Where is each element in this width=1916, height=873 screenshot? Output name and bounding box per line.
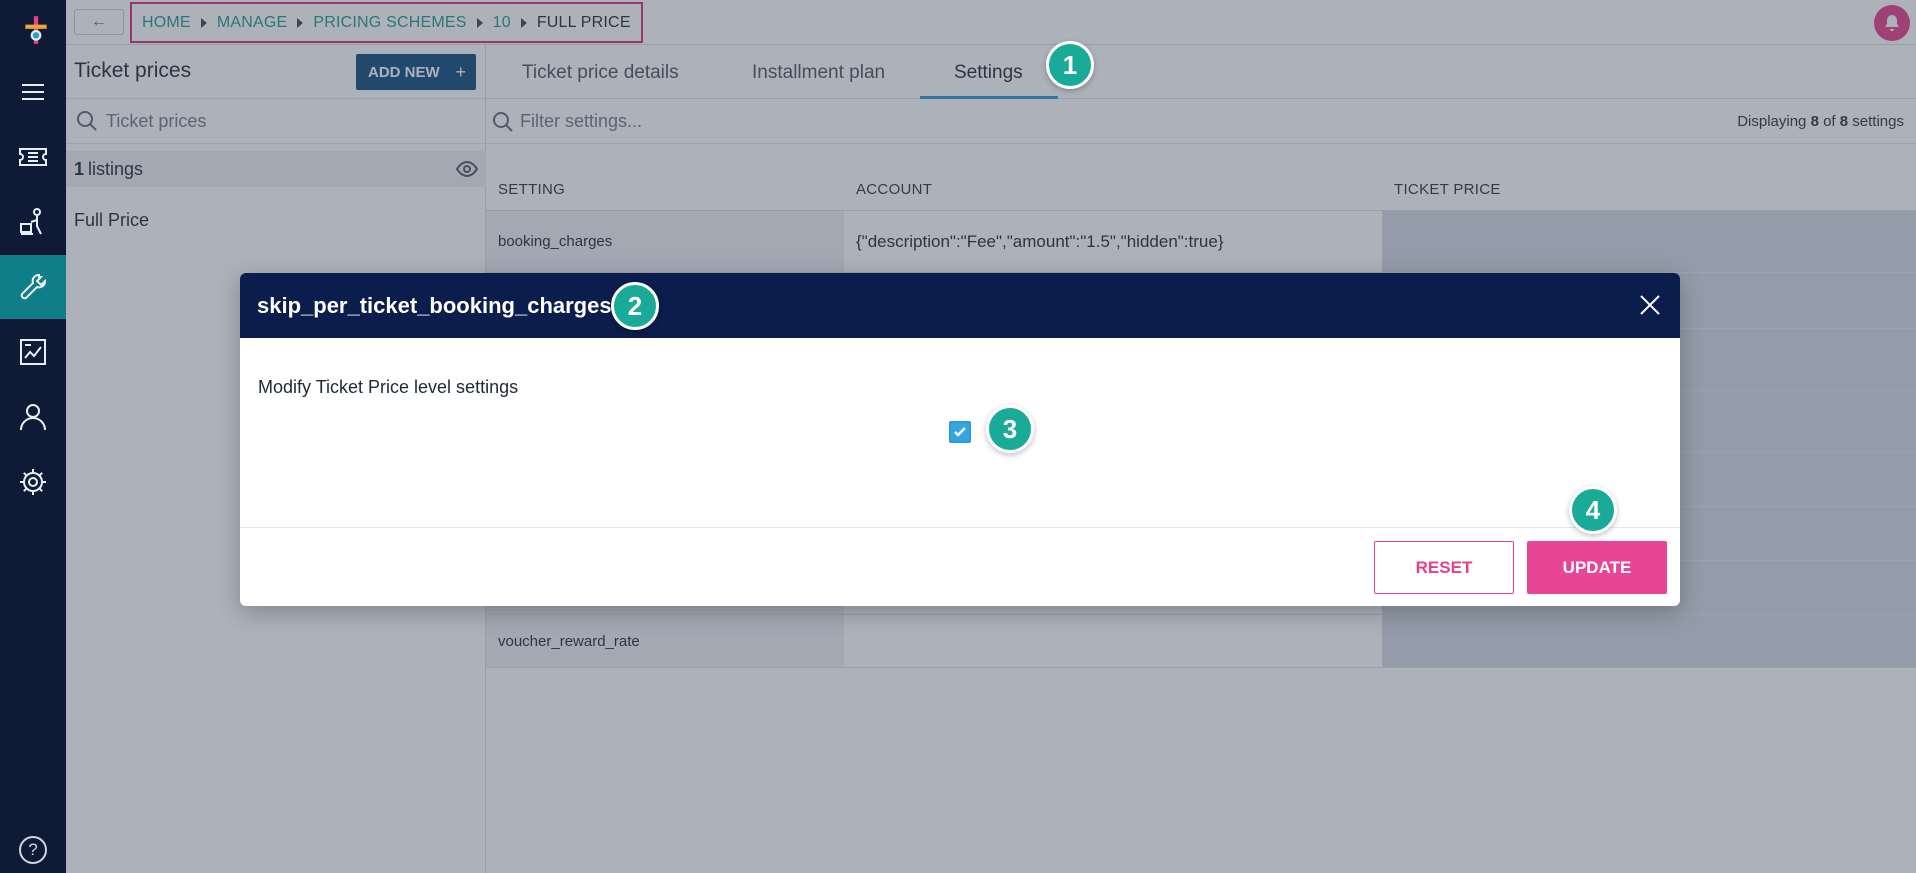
app-logo[interactable] [20, 14, 48, 44]
ticket-icon[interactable] [0, 125, 66, 189]
icon-rail: ? [0, 0, 66, 873]
modal-title: skip_per_ticket_booking_charges [257, 293, 612, 318]
callout-badge: 3 [986, 405, 1034, 453]
close-icon[interactable] [1638, 293, 1662, 317]
help-icon[interactable]: ? [19, 836, 47, 864]
modal-header: skip_per_ticket_booking_charges [240, 273, 1680, 338]
menu-icon[interactable] [0, 60, 66, 124]
wrench-icon[interactable] [0, 255, 66, 319]
chart-board-icon[interactable] [0, 320, 66, 384]
callout-badge: 4 [1569, 486, 1617, 534]
modal-setting-label: Modify Ticket Price level settings [258, 377, 519, 397]
setting-modal: skip_per_ticket_booking_charges Modify T… [240, 273, 1680, 606]
gear-icon[interactable] [0, 450, 66, 514]
update-button[interactable]: UPDATE [1527, 541, 1667, 594]
user-icon[interactable] [0, 385, 66, 449]
modal-divider [240, 527, 1680, 528]
callout-badge: 1 [1046, 41, 1094, 89]
callout-badge: 2 [611, 282, 659, 330]
reset-button[interactable]: RESET [1374, 541, 1514, 594]
checkmark-icon [954, 427, 966, 437]
person-dolly-icon[interactable] [0, 190, 66, 254]
setting-checkbox[interactable] [949, 421, 971, 443]
